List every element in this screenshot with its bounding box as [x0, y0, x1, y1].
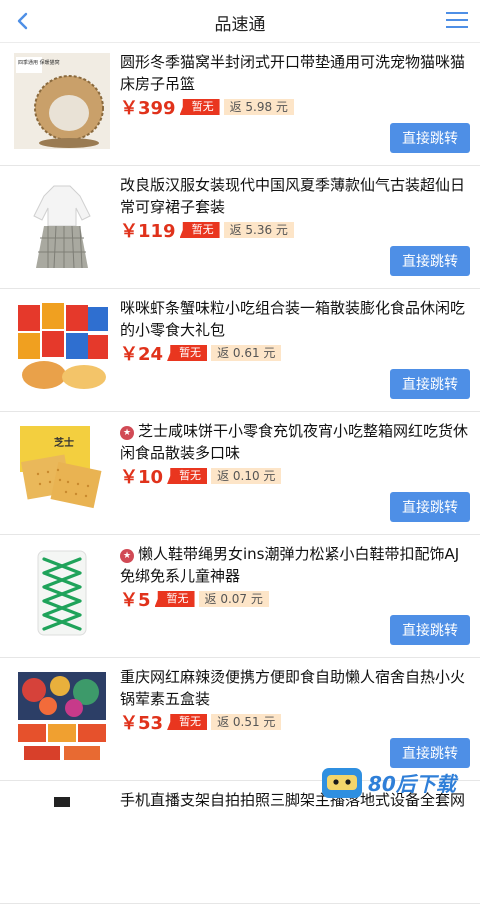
product-title[interactable]: 改良版汉服女装现代中国风夏季薄款仙气古装超仙日常可穿裙子套装: [120, 174, 472, 218]
product-image[interactable]: 四季通用 保暖猫窝: [14, 53, 110, 149]
watermark-logo: 80后下载: [322, 768, 459, 798]
price-row: ￥24 暂无 返 0.61 元: [120, 341, 282, 365]
rebate-badge: 返 0.10 元: [211, 468, 282, 484]
coupon-tag: 暂无: [167, 714, 208, 730]
product-item[interactable]: ★ 懒人鞋带绳男女ins潮弹力松紧小白鞋带扣配饰AJ免绑免系儿童神器 ￥5 暂无 …: [0, 535, 480, 658]
product-title[interactable]: ★ 芝士咸味饼干小零食充饥夜宵小吃整箱网红吃货休闲食品散装多口味: [120, 420, 472, 464]
tmall-badge-icon: ★: [120, 426, 134, 440]
rebate-badge: 返 0.51 元: [211, 714, 282, 730]
svg-text:80后下载: 80后下载: [368, 772, 459, 796]
jump-button[interactable]: 直接跳转: [390, 738, 470, 768]
product-item[interactable]: 四季通用 保暖猫窝 圆形冬季猫窝半封闭式开口带垫通用可洗宠物猫咪猫床房子吊篮 ￥…: [0, 43, 480, 166]
product-title[interactable]: ★ 懒人鞋带绳男女ins潮弹力松紧小白鞋带扣配饰AJ免绑免系儿童神器: [120, 543, 472, 587]
product-item[interactable]: 咪咪虾条蟹味粒小吃组合装一箱散装膨化食品休闲吃的小零食大礼包 ￥24 暂无 返 …: [0, 289, 480, 412]
product-title[interactable]: 重庆网红麻辣烫便携方便即食自助懒人宿舍自热小火锅荤素五盒装: [120, 666, 472, 710]
coupon-tag: 暂无: [179, 222, 220, 238]
jump-button[interactable]: 直接跳转: [390, 615, 470, 645]
jump-button[interactable]: 直接跳转: [390, 369, 470, 399]
rebate-badge: 返 0.07 元: [198, 591, 269, 607]
product-item[interactable]: 芝士 ★ 芝士咸味饼干小零食充饥夜宵小吃整箱网红吃货休闲食品散装多口味 ￥10 暂…: [0, 412, 480, 535]
product-image[interactable]: [14, 668, 110, 764]
jump-button[interactable]: 直接跳转: [390, 492, 470, 522]
top-bar: 品速通: [0, 0, 480, 43]
product-image[interactable]: 芝士: [14, 422, 110, 518]
price: ￥53: [120, 713, 164, 734]
price-row: ￥399 暂无 返 5.98 元: [120, 95, 294, 119]
price-row: ￥53 暂无 返 0.51 元: [120, 710, 282, 734]
product-image[interactable]: [14, 299, 110, 395]
product-item[interactable]: 重庆网红麻辣烫便携方便即食自助懒人宿舍自热小火锅荤素五盒装 ￥53 暂无 返 0…: [0, 658, 480, 781]
price: ￥399: [120, 98, 176, 119]
jump-button[interactable]: 直接跳转: [390, 246, 470, 276]
jump-button[interactable]: 直接跳转: [390, 123, 470, 153]
coupon-tag: 暂无: [154, 591, 195, 607]
svg-text:芝士: 芝士: [54, 436, 74, 449]
product-image[interactable]: [14, 791, 110, 887]
price-row: ￥10 暂无 返 0.10 元: [120, 464, 282, 488]
rebate-badge: 返 5.98 元: [223, 99, 294, 115]
rebate-badge: 返 0.61 元: [211, 345, 282, 361]
rebate-badge: 返 5.36 元: [223, 222, 294, 238]
product-item[interactable]: 改良版汉服女装现代中国风夏季薄款仙气古装超仙日常可穿裙子套装 ￥119 暂无 返…: [0, 166, 480, 289]
product-image[interactable]: [14, 545, 110, 641]
svg-text:四季通用 保暖猫窝: 四季通用 保暖猫窝: [18, 59, 60, 66]
product-title[interactable]: 咪咪虾条蟹味粒小吃组合装一箱散装膨化食品休闲吃的小零食大礼包: [120, 297, 472, 341]
price: ￥10: [120, 467, 164, 488]
coupon-tag: 暂无: [179, 99, 220, 115]
price-row: ￥5 暂无 返 0.07 元: [120, 587, 269, 611]
price-row: ￥119 暂无 返 5.36 元: [120, 218, 294, 242]
menu-icon[interactable]: [444, 8, 470, 32]
product-image[interactable]: [14, 176, 110, 272]
tmall-badge-icon: ★: [120, 549, 134, 563]
price: ￥24: [120, 344, 164, 365]
coupon-tag: 暂无: [167, 345, 208, 361]
price: ￥119: [120, 221, 176, 242]
product-title[interactable]: 圆形冬季猫窝半封闭式开口带垫通用可洗宠物猫咪猫床房子吊篮: [120, 51, 472, 95]
page-title: 品速通: [214, 15, 266, 35]
price: ￥5: [120, 590, 151, 611]
coupon-tag: 暂无: [167, 468, 208, 484]
